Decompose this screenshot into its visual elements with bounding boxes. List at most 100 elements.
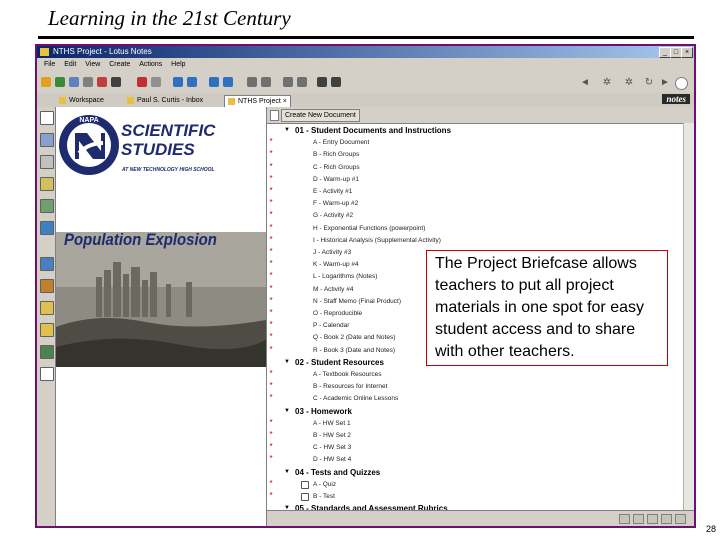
arrow-up-icon[interactable] [173,77,183,87]
tab-workspace[interactable]: Workspace [59,95,104,106]
view-row[interactable]: * A - Entry Document [267,137,677,148]
menu-actions[interactable]: Actions [139,61,162,68]
twisty-icon[interactable]: ▼ [284,406,290,417]
view-row[interactable]: * B - Resources for Internet [267,381,677,392]
twisty-icon[interactable]: ▼ [284,357,290,368]
logo-name-line2: STUDIES [121,140,195,159]
view-row[interactable]: * H - Exponential Functions (powerpoint) [267,223,677,234]
copy-icon[interactable] [69,77,79,87]
row-label: A - Quiz [313,480,337,488]
logo-name-line1: SCIENTIFIC [121,121,216,140]
view-row[interactable]: * B - HW Set 2 [267,430,677,441]
forward-nav-icon[interactable]: ✲ [601,77,613,88]
row-label: B - Resources for Internet [313,383,388,391]
view-row[interactable]: * A - Textbook Resources [267,369,677,380]
pencil-icon[interactable] [137,77,147,87]
view-category[interactable]: ▼ 04 - Tests and Quizzes [267,467,677,478]
row-label: A - HW Set 1 [313,419,351,427]
reply-icon[interactable] [297,77,307,87]
unread-mark-icon: * [269,344,273,354]
tools-icon[interactable] [317,77,327,87]
twisty-icon[interactable]: ▼ [284,467,290,478]
status-icon[interactable] [647,514,658,524]
status-icon[interactable] [661,514,672,524]
bookmark-favorites-icon[interactable] [40,301,54,315]
school-banner: NAPA SCIENTIFIC STUDIES AT NEW TECHNOLOG… [56,107,266,232]
menu-view[interactable]: View [85,61,100,68]
view-row[interactable]: * C - Rich Groups [267,162,677,173]
bookmark-address-icon[interactable] [40,177,54,191]
inbox-icon [127,96,134,104]
reload-icon[interactable]: ↻ [643,77,655,88]
status-icon[interactable] [633,514,644,524]
back-icon[interactable]: ◄ [579,77,591,88]
bookmark-replicator-icon[interactable] [40,345,54,359]
arrow-down-icon[interactable] [187,77,197,87]
document-preview: NAPA SCIENTIFIC STUDIES AT NEW TECHNOLOG… [56,107,266,526]
forward-icon[interactable] [283,77,293,87]
view-row[interactable]: * F - Warm-up #2 [267,198,677,209]
move-up-icon[interactable] [209,77,219,87]
view-row[interactable]: * I - Historical Analysis (Supplemental A… [267,235,677,246]
unread-mark-icon: * [269,234,273,244]
pin-icon[interactable] [270,110,279,121]
view-category[interactable]: ▼ 03 - Homework [267,406,677,417]
bookmark-doc-icon[interactable] [40,111,54,125]
row-label: B - Rich Groups [313,151,360,159]
collapse-icon[interactable] [261,77,271,87]
view-category[interactable]: ▼ 01 - Student Documents and Instructions [267,125,677,136]
tab-close-icon[interactable]: × [283,98,287,105]
view-row[interactable]: * C - HW Set 3 [267,442,677,453]
properties-icon[interactable] [331,77,341,87]
create-new-document-button[interactable]: Create New Document [281,109,360,122]
twisty-icon[interactable]: ▼ [284,125,290,136]
view-row[interactable]: * D - Warm-up #1 [267,174,677,185]
menu-help[interactable]: Help [171,61,185,68]
view-row[interactable]: * D - HW Set 4 [267,454,677,465]
view-row[interactable]: * B - Test [267,491,677,502]
photo-title: Population Explosion [64,232,217,249]
seal-text: NAPA [79,117,98,124]
bookmark-mail-icon[interactable] [40,133,54,147]
tab-nths-project[interactable]: NTHS Project × [224,95,291,107]
view-row[interactable]: * A - HW Set 1 [267,418,677,429]
refresh-icon[interactable] [55,77,65,87]
cut-icon[interactable] [111,77,121,87]
row-label: Q - Book 2 (Date and Notes) [313,334,396,342]
row-label: O - Reproducible [313,310,363,317]
bookmark-globe-icon[interactable] [40,257,54,271]
document-body [56,367,266,526]
bookmark-folder-icon[interactable] [40,279,54,293]
stop-icon[interactable]: ✲ [623,77,635,88]
menu-edit[interactable]: Edit [64,61,76,68]
lock-icon [301,493,309,501]
view-row[interactable]: * E - Activity #1 [267,186,677,197]
go-icon[interactable]: ► [659,77,671,88]
bookmark-todo-icon[interactable] [40,199,54,213]
view-row[interactable]: * C - Academic Online Lessons [267,393,677,404]
page-number: 28 [705,524,716,534]
move-down-icon[interactable] [223,77,233,87]
expand-icon[interactable] [247,77,257,87]
tab-inbox[interactable]: Paul S. Curtis - Inbox [127,95,203,106]
close-button[interactable]: × [681,47,693,58]
workspace-icon [59,96,66,104]
bookmark-databases-icon[interactable] [40,323,54,337]
status-icon[interactable] [619,514,630,524]
menu-file[interactable]: File [44,61,55,68]
search-icon[interactable] [675,77,688,90]
bookmark-web-icon[interactable] [40,221,54,235]
status-icon[interactable] [675,514,686,524]
print-icon[interactable] [83,77,93,87]
view-row[interactable]: * A - Quiz [267,479,677,490]
view-row[interactable]: * B - Rich Groups [267,149,677,160]
bookmark-calendar-icon[interactable] [40,155,54,169]
vertical-scrollbar[interactable] [683,123,694,511]
edit-icon[interactable] [97,77,107,87]
tool-icon[interactable] [151,77,161,87]
bookmark-project-icon[interactable] [40,367,54,381]
view-row[interactable]: * G - Activity #2 [267,210,677,221]
menu-create[interactable]: Create [109,61,130,68]
window-titlebar[interactable]: NTHS Project - Lotus Notes _ □ × [37,46,694,58]
open-icon[interactable] [41,77,51,87]
